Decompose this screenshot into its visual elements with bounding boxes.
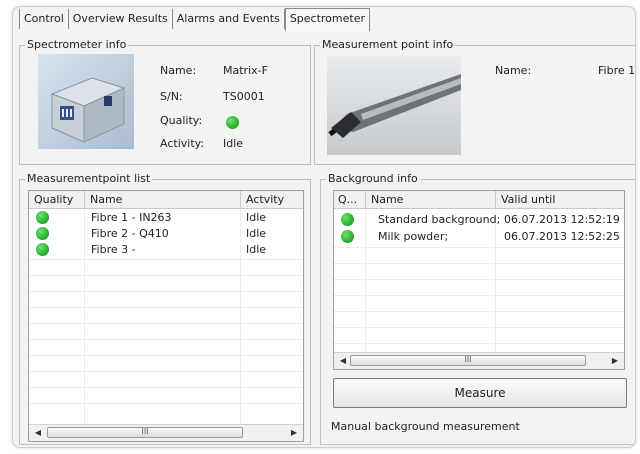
background-status-text: Manual background measurement (331, 420, 520, 433)
scroll-thumb[interactable]: III (350, 355, 586, 366)
fibre-probe-image (327, 56, 461, 155)
quality-indicator (36, 227, 49, 240)
table-row[interactable]: Milk powder; 06.07.2013 12:52:25 (334, 229, 624, 245)
spectrometer-sn-value: TS0001 (223, 90, 265, 103)
quality-indicator (341, 213, 354, 226)
table-row[interactable]: Fibre 1 - IN263 Idle (29, 210, 303, 226)
background-table: Q... Name Valid until Standard backgroun… (333, 190, 625, 370)
spectrometer-quality-label: Quality: (160, 114, 203, 127)
row-name: Standard background; (378, 213, 501, 226)
background-info-group: Background info Q... Name Valid until St… (320, 172, 635, 445)
horizontal-scrollbar[interactable]: ◀ III ▶ (334, 352, 624, 369)
spectrometer-window: Control Overview Results Alarms and Even… (12, 6, 636, 448)
measurement-point-name-value: Fibre 1 (598, 64, 636, 77)
quality-indicator (341, 230, 354, 243)
column-header-name[interactable]: Name (366, 191, 496, 209)
row-activity: Idle (246, 211, 267, 224)
tab-control[interactable]: Control (19, 9, 69, 29)
row-name: Fibre 3 - (91, 243, 136, 256)
spectrometer-name-label: Name: (160, 64, 197, 77)
measurement-point-info-group: Measurement point info Name: Fibre 1 (314, 38, 636, 165)
tab-spectrometer[interactable]: Spectrometer (284, 8, 371, 31)
background-info-title: Background info (326, 172, 420, 185)
scroll-right-icon[interactable]: ▶ (608, 353, 622, 369)
spectrometer-activity-label: Activity: (160, 137, 205, 150)
quality-indicator (36, 211, 49, 224)
measurementpoint-table: Quality Name Actvity Fibre 1 - IN263 Idl… (28, 190, 304, 442)
spectrometer-info-group: Spectrometer info Name: Matrix-F S/N: TS… (19, 38, 311, 165)
row-valid-until: 06.07.2013 12:52:25 (504, 230, 620, 243)
measurement-point-info-title: Measurement point info (320, 38, 456, 51)
horizontal-scrollbar[interactable]: ◀ III ▶ (29, 424, 303, 441)
scroll-thumb[interactable]: III (47, 427, 243, 438)
row-name: Milk powder; (378, 230, 449, 243)
measure-button[interactable]: Measure (333, 378, 627, 408)
scroll-left-icon[interactable]: ◀ (31, 425, 45, 441)
column-header-name[interactable]: Name (85, 191, 241, 209)
row-name: Fibre 2 - Q410 (91, 227, 169, 240)
column-header-activity[interactable]: Actvity (241, 191, 303, 209)
row-name: Fibre 1 - IN263 (91, 211, 172, 224)
spectrometer-name-value: Matrix-F (223, 64, 268, 77)
row-activity: Idle (246, 243, 267, 256)
table-row[interactable]: Standard background; 06.07.2013 12:52:19 (334, 212, 624, 228)
spectrometer-device-image (38, 54, 134, 149)
tab-overview-results[interactable]: Overview Results (69, 9, 173, 29)
spectrometer-info-title: Spectrometer info (25, 38, 129, 51)
scroll-right-icon[interactable]: ▶ (287, 425, 301, 441)
tab-bar: Control Overview Results Alarms and Even… (19, 8, 371, 31)
spectrometer-activity-value: Idle (223, 137, 244, 150)
row-valid-until: 06.07.2013 12:52:19 (504, 213, 620, 226)
scroll-left-icon[interactable]: ◀ (336, 353, 350, 369)
column-header-quality[interactable]: Q... (334, 191, 366, 209)
row-activity: Idle (246, 227, 267, 240)
spectrometer-quality-indicator (226, 116, 239, 129)
spectrometer-sn-label: S/N: (160, 90, 183, 103)
column-header-quality[interactable]: Quality (29, 191, 85, 209)
quality-indicator (36, 243, 49, 256)
measurementpoint-list-title: Measurementpoint list (25, 172, 153, 185)
tab-alarms-and-events[interactable]: Alarms and Events (173, 9, 285, 29)
measurement-point-name-label: Name: (495, 64, 532, 77)
table-row[interactable]: Fibre 3 - Idle (29, 242, 303, 258)
column-header-valid-until[interactable]: Valid until (496, 191, 624, 209)
table-row[interactable]: Fibre 2 - Q410 Idle (29, 226, 303, 242)
measurementpoint-list-group: Measurementpoint list Quality Name Actvi… (19, 172, 311, 445)
